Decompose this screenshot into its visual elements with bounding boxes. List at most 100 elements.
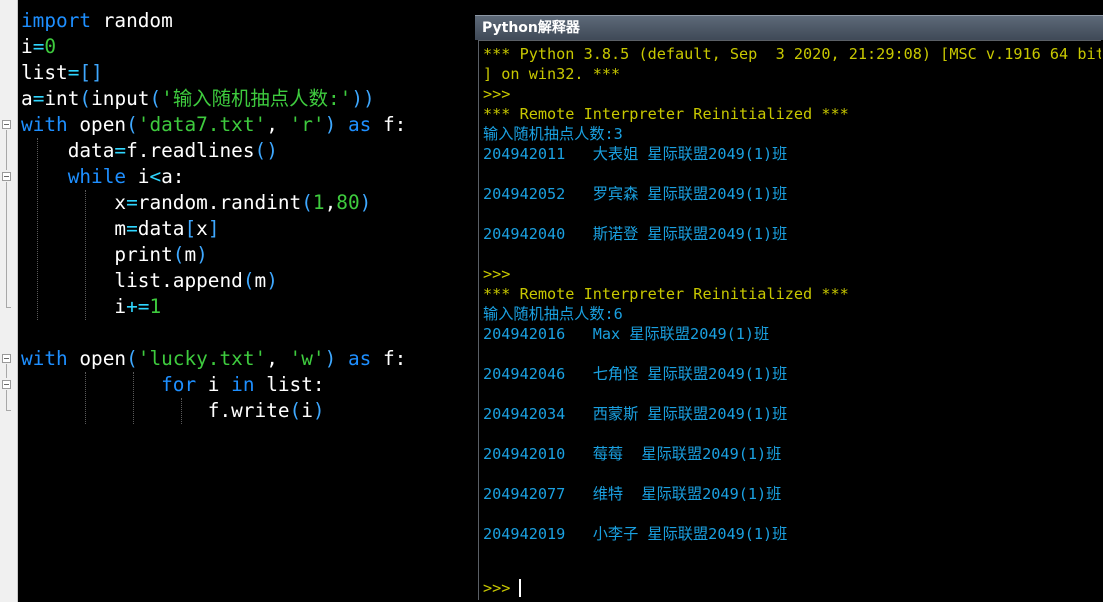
code-token: , <box>324 191 337 214</box>
code-token: as <box>336 347 372 370</box>
code-line[interactable]: list=[] <box>21 60 103 86</box>
code-line[interactable]: for i in list: <box>21 372 325 398</box>
code-token: ( <box>126 347 138 370</box>
code-line[interactable]: with open('lucky.txt', 'w') as f: <box>21 346 406 372</box>
output-line: 204942019 小李子 星际联盟2049(1)班 <box>483 525 788 543</box>
code-token: i <box>126 165 150 188</box>
fold-line <box>6 390 7 410</box>
code-line[interactable]: f.write(i) <box>21 398 325 424</box>
fold-toggle-with-block[interactable] <box>2 120 11 129</box>
code-token: list.append <box>21 269 243 292</box>
output-line: >>> <box>483 85 511 103</box>
code-token: )) <box>351 87 375 110</box>
output-line: 204942052 罗宾森 星际联盟2049(1)班 <box>483 185 788 203</box>
code-token: ] <box>207 217 220 240</box>
interpreter-output[interactable]: *** Python 3.8.5 (default, Sep 3 2020, 2… <box>478 40 1101 600</box>
code-token: open <box>67 113 127 136</box>
code-token: f.write <box>21 399 290 422</box>
code-line[interactable]: with open('data7.txt', 'r') as f: <box>21 112 406 138</box>
code-token: ) <box>324 347 337 370</box>
code-token: print <box>21 243 173 266</box>
interpreter-prompt: >>> <box>483 579 511 597</box>
code-token: while <box>21 165 127 188</box>
code-token: 'lucky.txt' <box>137 347 267 370</box>
code-token: ) <box>266 269 278 292</box>
code-token: i <box>21 295 127 318</box>
code-line[interactable]: i=0 <box>21 34 56 60</box>
code-token: f: <box>371 113 407 136</box>
code-editor[interactable]: import random i=0 list=[] a=int(input('输入随机… <box>18 0 475 602</box>
output-line: 输入随机抽点人数:6 <box>483 305 623 323</box>
interpreter-titlebar[interactable]: Python解释器 <box>475 15 1103 40</box>
code-token: ) <box>359 191 372 214</box>
code-token: for <box>21 373 197 396</box>
fold-end <box>6 307 11 308</box>
code-line[interactable]: i+=1 <box>21 294 161 320</box>
code-token: data <box>137 217 185 240</box>
code-token: 0 <box>44 35 57 58</box>
code-line[interactable]: x=random.randint(1,80) <box>21 190 371 216</box>
code-token: random.randint <box>137 191 302 214</box>
code-line[interactable]: while i<a: <box>21 164 185 190</box>
fold-toggle-for-block[interactable] <box>2 380 11 389</box>
output-line: *** Remote Interpreter Reinitialized *** <box>483 105 849 123</box>
code-token: i <box>196 373 220 396</box>
code-token: i <box>21 35 33 58</box>
code-token: = <box>114 139 127 162</box>
python-interpreter-panel: Python解释器 *** Python 3.8.5 (default, Sep… <box>475 15 1103 602</box>
code-line[interactable]: import random <box>21 8 173 34</box>
code-token: ( <box>242 269 255 292</box>
interpreter-title: Python解释器 <box>482 20 580 36</box>
output-line: ] on win32. *** <box>483 65 621 83</box>
code-line[interactable]: data=f.readlines() <box>21 138 278 164</box>
output-line: 204942040 斯诺登 星际联盟2049(1)班 <box>483 225 788 243</box>
code-token: x <box>21 191 127 214</box>
code-token: = <box>67 61 80 84</box>
code-token: open <box>67 347 127 370</box>
code-token: int <box>44 87 80 110</box>
code-token: f: <box>371 347 407 370</box>
code-token: 'w' <box>289 347 325 370</box>
code-token: ( <box>289 399 302 422</box>
output-line: 204942034 西蒙斯 星际联盟2049(1)班 <box>483 405 788 423</box>
code-token: a: <box>161 165 185 188</box>
code-token: input <box>91 87 150 110</box>
fold-toggle-with-block-2[interactable] <box>2 354 11 363</box>
code-token: data <box>21 139 115 162</box>
fold-toggle-while-block[interactable] <box>2 172 11 181</box>
code-token: < <box>149 165 162 188</box>
code-token: random <box>91 9 173 32</box>
fold-line <box>6 182 7 307</box>
code-token: 1 <box>149 295 162 318</box>
code-token: = <box>126 191 138 214</box>
code-token: 'data7.txt' <box>137 113 267 136</box>
code-token: list: <box>254 373 325 396</box>
fold-line <box>6 130 7 170</box>
code-token: a <box>21 87 33 110</box>
code-token: = <box>32 35 45 58</box>
output-line: 输入随机抽点人数:3 <box>483 125 623 143</box>
code-token: , <box>266 347 290 370</box>
code-token: 1 <box>312 191 325 214</box>
code-token: [] <box>79 61 103 84</box>
code-line[interactable]: m=data[x] <box>21 216 220 242</box>
code-token: () <box>254 139 278 162</box>
fold-end <box>6 410 11 411</box>
code-token: m <box>21 217 127 240</box>
code-line[interactable]: a=int(input('输入随机抽点人数:')) <box>21 86 375 112</box>
output-line: 204942077 维特 星际联盟2049(1)班 <box>483 485 782 503</box>
output-line: *** Python 3.8.5 (default, Sep 3 2020, 2… <box>483 45 1101 63</box>
code-token: with <box>21 347 68 370</box>
code-token: import <box>21 9 92 32</box>
code-token: x <box>196 217 208 240</box>
code-token: 'r' <box>289 113 325 136</box>
code-token: list <box>21 61 68 84</box>
text-cursor <box>519 579 521 597</box>
code-token: , <box>266 113 290 136</box>
code-line[interactable]: print(m) <box>21 242 208 268</box>
code-token: = <box>32 87 45 110</box>
code-token: ) <box>196 243 208 266</box>
code-token: with <box>21 113 68 136</box>
code-line[interactable]: list.append(m) <box>21 268 278 294</box>
code-token: m <box>184 243 197 266</box>
